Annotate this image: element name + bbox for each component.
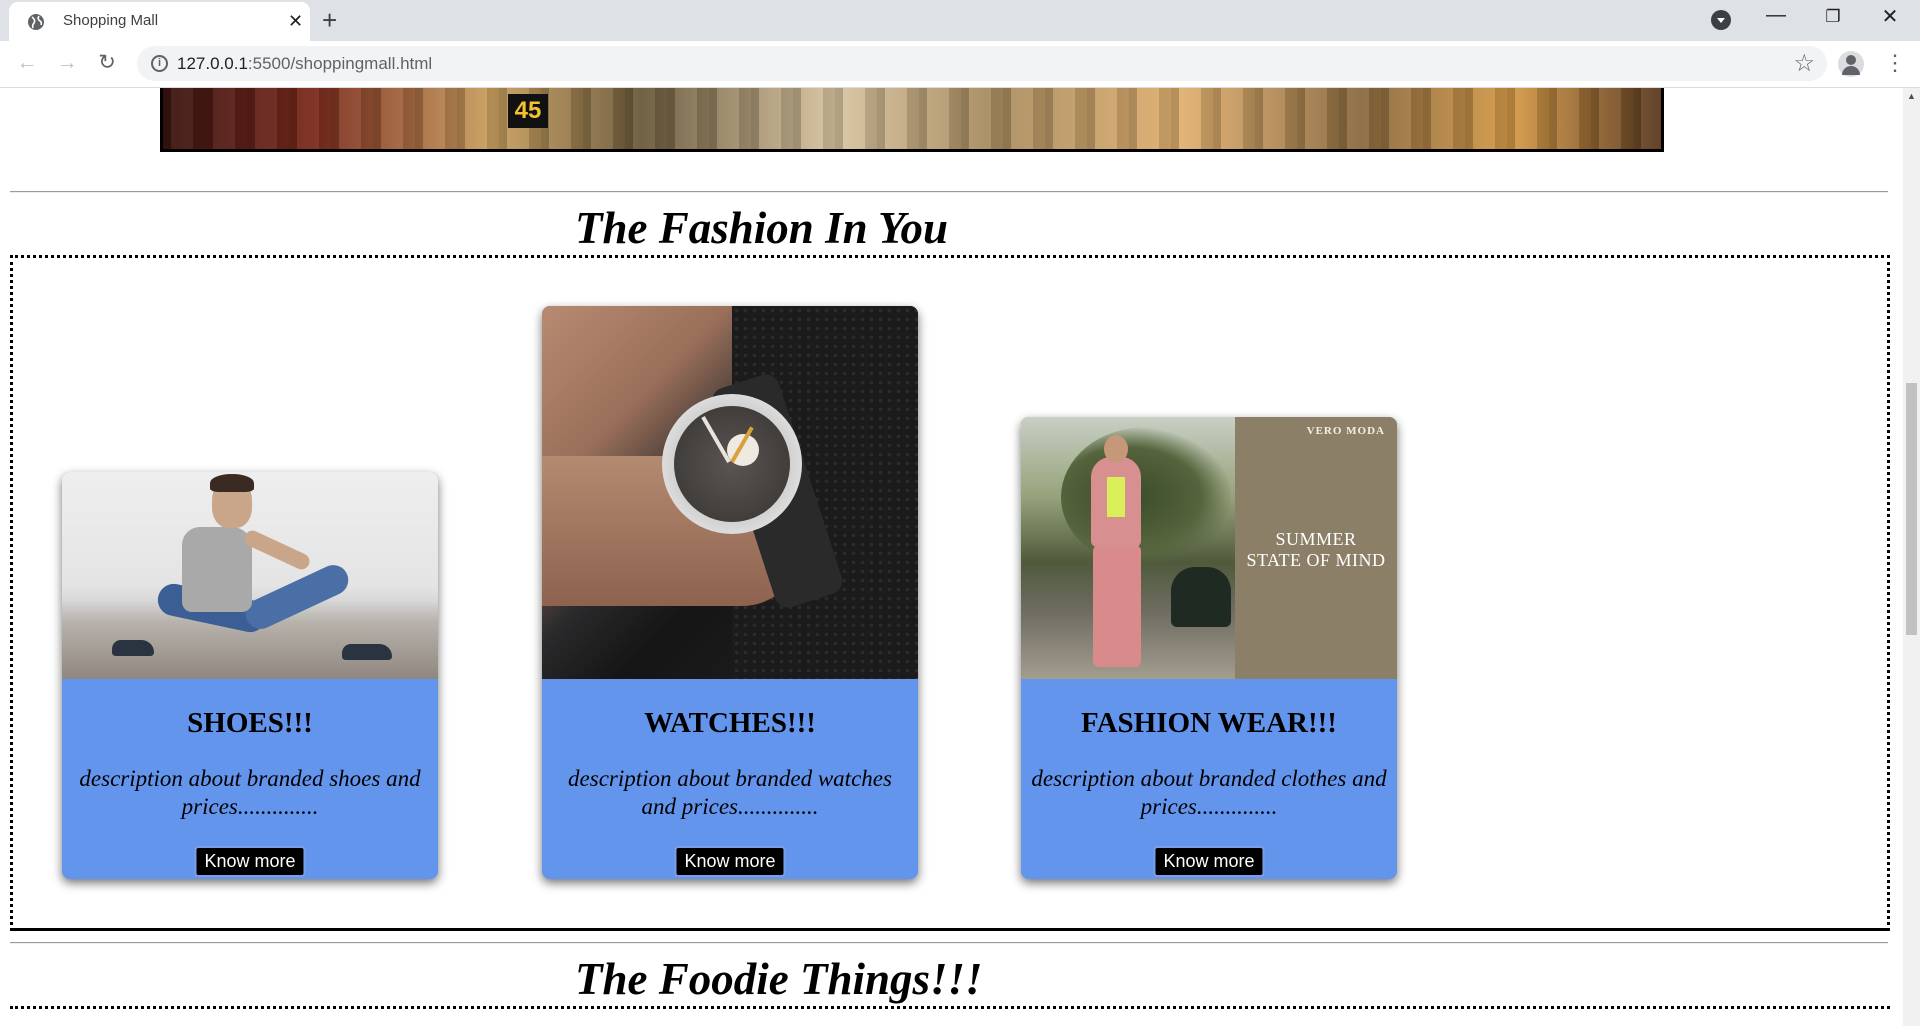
image-detail [182, 527, 252, 612]
fashion-section-title: The Fashion In You [575, 203, 949, 253]
image-detail [1171, 567, 1231, 627]
image-detail [240, 560, 354, 634]
minimize-icon[interactable]: — [1756, 4, 1796, 27]
woman-fashion-image: VERO MODA SUMMER STATE OF MIND [1021, 417, 1397, 679]
tab-search-icon[interactable] [1711, 10, 1731, 30]
card-body: SHOES!!! description about branded shoes… [62, 679, 438, 879]
card-title: WATCHES!!! [644, 707, 816, 739]
image-detail [210, 474, 254, 492]
image-slogan: SUMMER STATE OF MIND [1235, 529, 1397, 571]
globe-icon [28, 14, 44, 30]
card-title: SHOES!!! [187, 707, 313, 739]
browser-toolbar: ← → ↻ i 127.0.0.1:5500/shoppingmall.html… [0, 41, 1920, 88]
card-title: FASHION WEAR!!! [1081, 707, 1337, 739]
url-text[interactable]: 127.0.0.1:5500/shoppingmall.html [177, 54, 432, 74]
card-description: description about branded shoes and pric… [79, 766, 421, 819]
section-divider [10, 191, 1888, 193]
food-section-title: The Foodie Things!!! [575, 954, 983, 1004]
url-path: :5500/shoppingmall.html [247, 54, 433, 73]
slogan-line: STATE OF MIND [1246, 550, 1386, 570]
fashion-wear-card: VERO MODA SUMMER STATE OF MIND FASHION W… [1021, 417, 1397, 879]
profile-avatar-icon[interactable] [1838, 51, 1864, 77]
image-detail [1093, 545, 1141, 667]
restore-icon[interactable]: ❐ [1813, 7, 1853, 27]
card-body: WATCHES!!! description about branded wat… [542, 679, 918, 879]
food-section-container [10, 1006, 1890, 1026]
wristwatch-image [542, 306, 918, 679]
address-bar[interactable]: i 127.0.0.1:5500/shoppingmall.html ☆ [137, 46, 1827, 81]
know-more-button[interactable]: Know more [674, 846, 786, 877]
page-scrollbar[interactable]: ▲ [1903, 88, 1920, 1026]
bookmark-star-icon[interactable]: ☆ [1793, 49, 1815, 78]
more-menu-icon[interactable]: ⋮ [1884, 49, 1906, 77]
window-close-icon[interactable]: ✕ [1870, 4, 1910, 29]
scroll-up-arrow-icon[interactable]: ▲ [1903, 88, 1920, 105]
slogan-line: SUMMER [1275, 529, 1357, 549]
man-sitting-image [62, 472, 438, 679]
image-detail [1107, 477, 1125, 517]
brand-logo-text: VERO MODA [1306, 425, 1385, 437]
banner-texture [163, 88, 1661, 149]
image-detail [1021, 417, 1235, 679]
card-description: description about branded watches and pr… [568, 766, 892, 819]
tab-title: Shopping Mall [63, 12, 159, 29]
shoes-card: SHOES!!! description about branded shoes… [62, 472, 438, 879]
new-tab-button[interactable]: + [322, 5, 337, 35]
image-detail [342, 644, 392, 660]
mall-banner-image: 45 [160, 88, 1664, 152]
close-tab-icon[interactable]: ✕ [288, 12, 303, 30]
image-detail [1061, 427, 1231, 567]
url-host: 127.0.0.1 [177, 54, 248, 73]
section-divider [10, 942, 1888, 944]
image-detail [674, 406, 790, 522]
image-detail [112, 640, 154, 656]
know-more-button[interactable]: Know more [1153, 846, 1265, 877]
card-description: description about branded clothes and pr… [1031, 766, 1387, 819]
forward-arrow-icon[interactable]: → [53, 49, 81, 77]
know-more-button[interactable]: Know more [194, 846, 306, 877]
card-body: FASHION WEAR!!! description about brande… [1021, 679, 1397, 879]
page-viewport: 45 The Fashion In You SHOES!!! descripti… [0, 88, 1903, 1026]
banner-sale-sign: 45 [508, 94, 548, 128]
back-arrow-icon[interactable]: ← [13, 49, 41, 77]
image-detail [1104, 435, 1128, 463]
tab-strip: Shopping Mall ✕ + — ❐ ✕ [0, 0, 1920, 41]
watches-card: WATCHES!!! description about branded wat… [542, 306, 918, 879]
site-info-icon[interactable]: i [151, 55, 168, 72]
scrollbar-thumb[interactable] [1906, 383, 1917, 635]
browser-tab[interactable]: Shopping Mall ✕ [9, 2, 310, 41]
reload-icon[interactable]: ↻ [93, 49, 121, 77]
image-detail [241, 527, 313, 573]
